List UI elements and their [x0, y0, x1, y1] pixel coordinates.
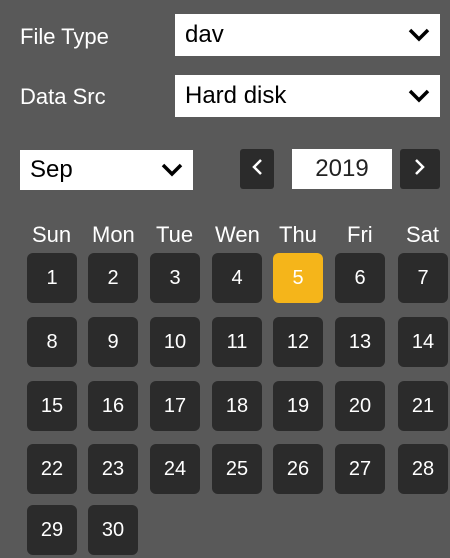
- calendar-day-16[interactable]: 16: [88, 381, 138, 431]
- calendar-day-10[interactable]: 10: [150, 317, 200, 367]
- chevron-down-icon: [404, 23, 434, 47]
- month-select[interactable]: Sep: [20, 150, 193, 190]
- weekday-label-tue: Tue: [156, 222, 194, 247]
- calendar-day-23[interactable]: 23: [88, 444, 138, 494]
- calendar-day-19[interactable]: 19: [273, 381, 323, 431]
- weekday-label-fri: Fri: [347, 222, 373, 247]
- calendar-day-11[interactable]: 11: [212, 317, 262, 367]
- calendar-day-21[interactable]: 21: [398, 381, 448, 431]
- weekday-label-thu: Thu: [279, 222, 317, 247]
- file-type-label: File Type: [20, 24, 109, 49]
- calendar-day-13[interactable]: 13: [335, 317, 385, 367]
- calendar-day-29[interactable]: 29: [27, 505, 77, 555]
- data-src-label: Data Src: [20, 84, 106, 109]
- data-src-select[interactable]: Hard disk: [175, 75, 440, 117]
- weekday-label-sun: Sun: [32, 222, 72, 247]
- weekday-label-mon: Mon: [92, 222, 135, 247]
- calendar-day-27[interactable]: 27: [335, 444, 385, 494]
- calendar-day-22[interactable]: 22: [27, 444, 77, 494]
- calendar-day-26[interactable]: 26: [273, 444, 323, 494]
- calendar-day-5[interactable]: 5: [273, 253, 323, 303]
- calendar-day-8[interactable]: 8: [27, 317, 77, 367]
- calendar-day-20[interactable]: 20: [335, 381, 385, 431]
- chevron-down-icon: [157, 158, 187, 182]
- chevron-down-icon: [404, 84, 434, 108]
- data-src-value: Hard disk: [185, 82, 287, 109]
- calendar-day-17[interactable]: 17: [150, 381, 200, 431]
- calendar-day-1[interactable]: 1: [27, 253, 77, 303]
- calendar-day-15[interactable]: 15: [27, 381, 77, 431]
- calendar-day-12[interactable]: 12: [273, 317, 323, 367]
- chevron-left-icon: [251, 158, 263, 181]
- calendar-day-6[interactable]: 6: [335, 253, 385, 303]
- chevron-right-icon: [414, 158, 426, 181]
- file-type-select[interactable]: dav: [175, 14, 440, 56]
- calendar-day-24[interactable]: 24: [150, 444, 200, 494]
- calendar-day-25[interactable]: 25: [212, 444, 262, 494]
- calendar-day-30[interactable]: 30: [88, 505, 138, 555]
- calendar-day-28[interactable]: 28: [398, 444, 448, 494]
- calendar-day-3[interactable]: 3: [150, 253, 200, 303]
- next-year-button[interactable]: [400, 149, 440, 189]
- calendar-day-7[interactable]: 7: [398, 253, 448, 303]
- file-type-value: dav: [185, 21, 224, 48]
- calendar-day-2[interactable]: 2: [88, 253, 138, 303]
- weekday-label-wen: Wen: [215, 222, 260, 247]
- calendar-day-14[interactable]: 14: [398, 317, 448, 367]
- year-value: 2019: [315, 155, 369, 182]
- calendar-day-18[interactable]: 18: [212, 381, 262, 431]
- prev-year-button[interactable]: [240, 149, 274, 189]
- calendar-day-9[interactable]: 9: [88, 317, 138, 367]
- weekday-label-sat: Sat: [406, 222, 440, 247]
- calendar-day-4[interactable]: 4: [212, 253, 262, 303]
- year-display[interactable]: 2019: [292, 149, 392, 189]
- month-value: Sep: [30, 156, 73, 183]
